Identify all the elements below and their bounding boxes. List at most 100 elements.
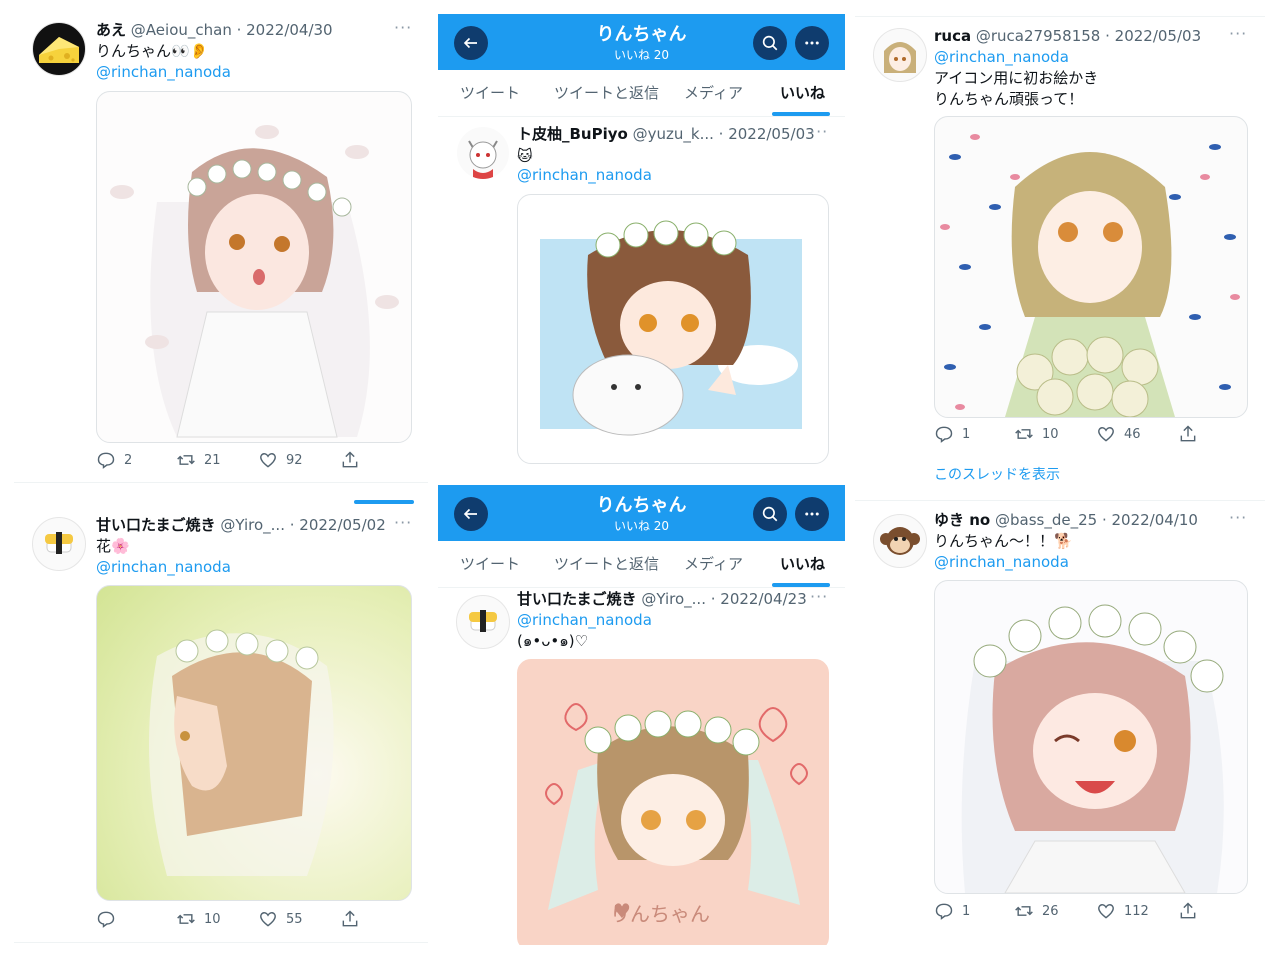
like-button[interactable]: 46: [1096, 424, 1141, 444]
heart-icon: [1098, 904, 1114, 919]
mention-link[interactable]: @rinchan_nanoda: [517, 610, 652, 631]
tab-tweets[interactable]: ツイート: [460, 82, 520, 103]
like-count: 112: [1124, 903, 1149, 919]
tweet-header: ruca @ruca27958158 · 2022/05/03: [934, 27, 1202, 45]
reply-button[interactable]: 1: [934, 424, 970, 444]
heart-icon: [260, 453, 276, 468]
tweet-bupiyo[interactable]: ト皮柚_BuPiyo @yuzu_k... · 2022/05/03 ··· 🐱…: [438, 116, 845, 480]
sushi-avatar-icon[interactable]: [456, 595, 510, 649]
author-handle[interactable]: @Yiro_...: [220, 516, 285, 534]
more-options-icon[interactable]: ···: [810, 587, 828, 606]
author-name[interactable]: 甘い口たまご焼き: [517, 590, 637, 608]
author-handle[interactable]: @Aeiou_chan: [131, 21, 232, 39]
sushi-avatar-icon[interactable]: [32, 517, 86, 571]
retweet-count: 10: [1042, 426, 1059, 442]
author-name[interactable]: ト皮柚_BuPiyo: [517, 125, 628, 143]
profile-header-bar: りんちゃん いいね 20: [438, 14, 845, 70]
retweet-icon: [1015, 906, 1033, 916]
like-count: 55: [286, 911, 303, 927]
retweet-button[interactable]: 10: [1014, 424, 1059, 444]
tab-media[interactable]: メディア: [684, 82, 743, 103]
heart-icon: [260, 912, 276, 927]
author-handle[interactable]: @Yiro_...: [641, 590, 706, 608]
share-button[interactable]: [1178, 424, 1198, 444]
author-handle[interactable]: @ruca27958158: [976, 27, 1100, 45]
tweet-aeiou[interactable]: あえ @Aeiou_chan · 2022/04/30 ··· りんちゃん👀👂 …: [14, 0, 428, 482]
girl-avatar-icon[interactable]: [873, 28, 927, 82]
tweet-text: 花🌸: [96, 537, 130, 555]
tab-media[interactable]: メディア: [684, 553, 743, 574]
reply-button[interactable]: [96, 909, 124, 929]
girl-with-bouquet-drawing[interactable]: [934, 116, 1248, 418]
chibi-girl-hearts-drawing[interactable]: ♥ りんちゃん: [517, 659, 829, 945]
active-tab-indicator: [354, 500, 414, 504]
like-button[interactable]: 92: [258, 450, 303, 470]
mention-link[interactable]: @rinchan_nanoda: [934, 47, 1069, 68]
retweet-count: 21: [204, 452, 221, 468]
more-button[interactable]: [795, 26, 829, 60]
profile-girl-veil-drawing[interactable]: [96, 585, 412, 901]
tweet-date[interactable]: 2022/05/03: [728, 125, 814, 143]
reply-icon: [97, 452, 115, 469]
tweet-header: 甘い口たまご焼き @Yiro_... · 2022/04/23: [517, 590, 807, 608]
more-options-icon[interactable]: ···: [394, 513, 412, 532]
retweet-button[interactable]: 10: [176, 909, 221, 929]
author-name[interactable]: ruca: [934, 27, 971, 45]
more-options-icon[interactable]: ···: [810, 122, 828, 141]
chibi-girl-with-cat-drawing[interactable]: [517, 194, 829, 464]
author-name[interactable]: 甘い口たまご焼き: [96, 516, 216, 534]
share-button[interactable]: [340, 909, 360, 929]
tweet-header: ト皮柚_BuPiyo @yuzu_k... · 2022/05/03: [517, 125, 815, 143]
bride-girl-drawing[interactable]: [96, 91, 412, 443]
share-button[interactable]: [340, 450, 360, 470]
more-button[interactable]: [795, 497, 829, 531]
white-cat-avatar-icon[interactable]: [456, 126, 510, 180]
more-options-icon[interactable]: ···: [394, 18, 412, 37]
monkey-avatar-icon[interactable]: [873, 514, 927, 568]
tab-likes[interactable]: いいね: [780, 553, 825, 574]
profile-header-bar: りんちゃん いいね 20: [438, 485, 845, 541]
tweet-yiro-1[interactable]: 甘い口たまご焼き @Yiro_... · 2022/05/02 ··· 花🌸 @…: [14, 505, 428, 945]
author-name[interactable]: あえ: [96, 21, 126, 39]
mention-link[interactable]: @rinchan_nanoda: [96, 62, 231, 83]
tab-likes[interactable]: いいね: [780, 82, 825, 103]
search-button[interactable]: [753, 26, 787, 60]
share-icon: [1180, 902, 1196, 919]
retweet-button[interactable]: 26: [1014, 901, 1059, 921]
winking-girl-drawing[interactable]: [934, 580, 1248, 894]
mention-link[interactable]: @rinchan_nanoda: [934, 552, 1069, 573]
retweet-button[interactable]: 21: [176, 450, 221, 470]
tweet-divider: [14, 482, 428, 483]
author-name[interactable]: ゆき no: [934, 511, 990, 529]
tweet-text-line-2: りんちゃん頑張って！: [934, 90, 1084, 108]
like-button[interactable]: 55: [258, 909, 303, 929]
tweet-date[interactable]: 2022/05/03: [1115, 27, 1201, 45]
author-handle[interactable]: @yuzu_k...: [633, 125, 714, 143]
tab-tweets[interactable]: ツイート: [460, 553, 520, 574]
tweet-ruca[interactable]: ruca @ruca27958158 · 2022/05/03 ··· @rin…: [855, 18, 1265, 488]
reply-button[interactable]: 2: [96, 450, 132, 470]
author-handle[interactable]: @bass_de_25: [995, 511, 1097, 529]
more-icon: [805, 41, 819, 45]
reply-button[interactable]: 1: [934, 901, 970, 921]
tweet-header: ゆき no @bass_de_25 · 2022/04/10: [934, 511, 1198, 529]
like-button[interactable]: 112: [1096, 901, 1149, 921]
share-button[interactable]: [1178, 901, 1198, 921]
mention-link[interactable]: @rinchan_nanoda: [96, 557, 231, 578]
tweet-date[interactable]: 2022/04/10: [1112, 511, 1198, 529]
more-options-icon[interactable]: ···: [1229, 508, 1247, 527]
tweet-date[interactable]: 2022/04/23: [720, 590, 806, 608]
search-button[interactable]: [753, 497, 787, 531]
tab-tweets-replies[interactable]: ツイートと返信: [554, 82, 659, 103]
cheese-avatar-icon[interactable]: [32, 22, 86, 76]
tab-tweets-replies[interactable]: ツイートと返信: [554, 553, 659, 574]
more-options-icon[interactable]: ···: [1229, 24, 1247, 43]
tweet-date[interactable]: 2022/04/30: [246, 21, 332, 39]
tweet-text: 🐱: [517, 147, 533, 165]
middle-column-bottom: りんちゃん いいね 20 ツイート ツイートと返信 メディア いいね 甘い口たま…: [438, 485, 845, 945]
show-thread-link[interactable]: このスレッドを表示: [934, 464, 1060, 480]
mention-link[interactable]: @rinchan_nanoda: [517, 165, 652, 186]
tweet-yiro-2[interactable]: 甘い口たまご焼き @Yiro_... · 2022/04/23 ··· @rin…: [438, 587, 845, 945]
tweet-yuki[interactable]: ゆき no @bass_de_25 · 2022/04/10 ··· りんちゃん…: [855, 504, 1265, 944]
tweet-date[interactable]: 2022/05/02: [299, 516, 385, 534]
